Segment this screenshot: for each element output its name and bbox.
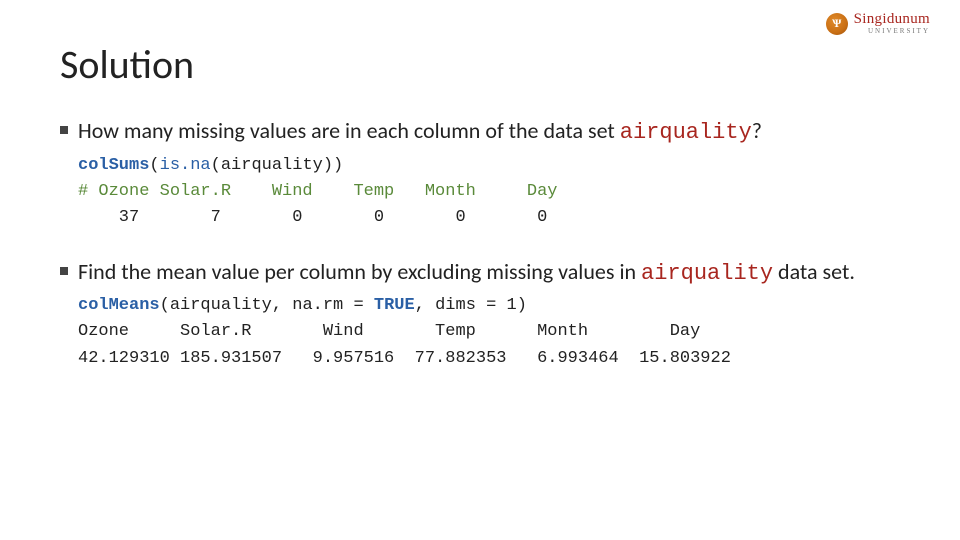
bullet-1-text: How many missing values are in each colu… <box>78 117 762 147</box>
code-1-open: ( <box>149 156 159 175</box>
code-block-2: colMeans(airquality, na.rm = TRUE, dims … <box>78 293 900 372</box>
fn-colmeans: colMeans <box>78 296 160 315</box>
code-2-args1: (airquality, na.rm = <box>160 296 374 315</box>
bullet-1-pre: How many missing values are in each colu… <box>78 117 620 144</box>
code-block-1: colSums(is.na(airquality)) # Ozone Solar… <box>78 153 900 232</box>
bullet-2-post: data set. <box>773 258 855 285</box>
fn-isna: is.na <box>160 156 211 175</box>
bullet-square-icon <box>60 267 68 275</box>
code-2-args2: , dims = 1) <box>415 296 527 315</box>
code-1-command: colSums(is.na(airquality)) <box>78 153 900 179</box>
bullet-1-post: ? <box>752 117 762 144</box>
bullet-square-icon <box>60 126 68 134</box>
logo-main-text: Singidunum <box>854 12 930 27</box>
logo-crest-icon: Ѱ <box>826 13 848 35</box>
logo-text: Singidunum UNIVERSITY <box>854 12 930 35</box>
code-2-command: colMeans(airquality, na.rm = TRUE, dims … <box>78 293 900 319</box>
code-2-values: 42.129310 185.931507 9.957516 77.882353 … <box>78 346 900 372</box>
bullet-2-text: Find the mean value per column by exclud… <box>78 258 855 288</box>
code-1-args: (airquality)) <box>211 156 344 175</box>
bullet-2: Find the mean value per column by exclud… <box>60 258 900 288</box>
code-1-values: 37 7 0 0 0 0 <box>78 205 900 231</box>
bullet-2-inline-code: airquality <box>641 261 773 286</box>
code-2-header: Ozone Solar.R Wind Temp Month Day <box>78 319 900 345</box>
university-logo: Ѱ Singidunum UNIVERSITY <box>826 12 930 35</box>
fn-colsums: colSums <box>78 156 149 175</box>
logo-sub-text: UNIVERSITY <box>854 28 930 35</box>
bullet-2-pre: Find the mean value per column by exclud… <box>78 258 641 285</box>
bullet-1: How many missing values are in each colu… <box>60 117 900 147</box>
bullet-1-inline-code: airquality <box>620 120 752 145</box>
code-1-header: # Ozone Solar.R Wind Temp Month Day <box>78 179 900 205</box>
slide: Ѱ Singidunum UNIVERSITY Solution How man… <box>0 0 960 540</box>
kw-true: TRUE <box>374 296 415 315</box>
slide-title: Solution <box>60 40 900 89</box>
